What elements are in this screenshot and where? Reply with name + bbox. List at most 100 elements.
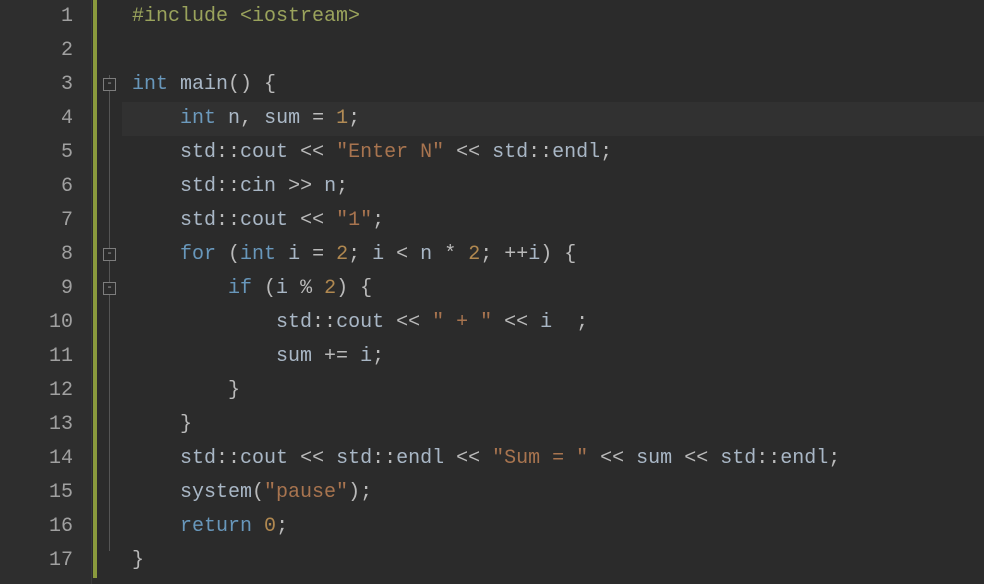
code-token: if — [228, 277, 252, 300]
line-number: 8 — [0, 238, 73, 272]
code-token — [168, 73, 180, 96]
code-line[interactable]: std::cout << "1"; — [132, 204, 984, 238]
code-token: 2 — [468, 243, 480, 266]
code-token: "pause" — [264, 481, 348, 504]
code-token: cout — [336, 311, 384, 334]
code-token: << — [672, 447, 720, 470]
code-token: std — [180, 141, 216, 164]
line-number: 4 — [0, 102, 73, 136]
line-number: 10 — [0, 306, 73, 340]
code-token: sum — [636, 447, 672, 470]
fold-guide — [109, 75, 110, 551]
line-number: 14 — [0, 442, 73, 476]
code-token: cout — [240, 209, 288, 232]
line-number: 6 — [0, 170, 73, 204]
code-line[interactable]: std::cout << "Enter N" << std::endl; — [132, 136, 984, 170]
line-number: 1 — [0, 0, 73, 34]
code-token: } — [132, 413, 192, 436]
fold-toggle-icon[interactable]: - — [103, 282, 116, 295]
code-area[interactable]: #include <iostream>int main() { int n, s… — [122, 0, 984, 584]
code-token: :: — [528, 141, 552, 164]
code-token: << — [384, 311, 432, 334]
code-editor[interactable]: 1234567891011121314151617 --- #include <… — [0, 0, 984, 584]
code-token: 0 — [264, 515, 276, 538]
code-line[interactable] — [132, 34, 984, 68]
code-token — [132, 141, 180, 164]
code-token: % — [288, 277, 324, 300]
code-token: n — [324, 175, 336, 198]
code-token: ; — [348, 243, 372, 266]
code-token: main — [180, 73, 228, 96]
code-token: std — [180, 209, 216, 232]
fold-toggle-icon[interactable]: - — [103, 248, 116, 261]
code-token — [132, 209, 180, 232]
line-number-gutter: 1234567891011121314151617 — [0, 0, 92, 584]
code-token: ; — [336, 175, 348, 198]
code-line[interactable]: } — [132, 544, 984, 578]
code-token: ) { — [336, 277, 372, 300]
code-token: << — [492, 311, 540, 334]
code-token: "Sum = " — [492, 447, 588, 470]
code-token: += — [312, 345, 360, 368]
code-token: #include <iostream> — [132, 5, 360, 28]
code-token: endl — [780, 447, 828, 470]
code-line[interactable]: int main() { — [132, 68, 984, 102]
code-token: " + " — [432, 311, 492, 334]
code-line[interactable]: return 0; — [132, 510, 984, 544]
code-token: std — [180, 175, 216, 198]
line-number: 7 — [0, 204, 73, 238]
code-line[interactable]: #include <iostream> — [132, 0, 984, 34]
code-line[interactable]: std::cout << " + " << i ; — [132, 306, 984, 340]
code-line[interactable]: std::cout << std::endl << "Sum = " << su… — [132, 442, 984, 476]
code-token: ; — [828, 447, 840, 470]
code-token: int — [132, 73, 168, 96]
code-token: << — [288, 209, 336, 232]
code-line[interactable]: } — [132, 374, 984, 408]
code-token: int — [240, 243, 276, 266]
code-token: ; ++ — [480, 243, 528, 266]
code-token: :: — [216, 209, 240, 232]
modification-bar — [93, 0, 97, 578]
code-token: ; — [372, 345, 384, 368]
line-number: 11 — [0, 340, 73, 374]
code-line[interactable]: for (int i = 2; i < n * 2; ++i) { — [132, 238, 984, 272]
code-token: ( — [216, 243, 240, 266]
code-token: i — [528, 243, 540, 266]
code-token: cout — [240, 447, 288, 470]
code-token — [132, 277, 228, 300]
fold-toggle-icon[interactable]: - — [103, 78, 116, 91]
code-token: 2 — [336, 243, 348, 266]
code-token: for — [180, 243, 216, 266]
line-number: 16 — [0, 510, 73, 544]
current-line-highlight — [122, 102, 984, 136]
code-token: n — [420, 243, 432, 266]
code-token: ); — [348, 481, 372, 504]
line-number: 2 — [0, 34, 73, 68]
code-token: endl — [396, 447, 444, 470]
line-number: 12 — [0, 374, 73, 408]
code-token: i — [360, 345, 372, 368]
code-token — [132, 481, 180, 504]
code-token: << — [288, 447, 336, 470]
code-line[interactable]: if (i % 2) { — [132, 272, 984, 306]
code-token: } — [132, 549, 144, 572]
code-token: ; — [600, 141, 612, 164]
code-token — [132, 175, 180, 198]
code-token: std — [336, 447, 372, 470]
code-token: ; — [276, 515, 288, 538]
code-token: std — [720, 447, 756, 470]
code-line[interactable]: } — [132, 408, 984, 442]
code-line[interactable]: sum += i; — [132, 340, 984, 374]
code-token: << — [444, 447, 492, 470]
code-line[interactable]: system("pause"); — [132, 476, 984, 510]
line-number: 5 — [0, 136, 73, 170]
line-number: 17 — [0, 544, 73, 578]
code-token: :: — [216, 447, 240, 470]
code-token: () { — [228, 73, 276, 96]
code-token: system — [180, 481, 252, 504]
code-token: cout — [240, 141, 288, 164]
code-token: sum — [276, 345, 312, 368]
code-line[interactable]: std::cin >> n; — [132, 170, 984, 204]
code-token — [132, 447, 180, 470]
code-token: i — [372, 243, 384, 266]
